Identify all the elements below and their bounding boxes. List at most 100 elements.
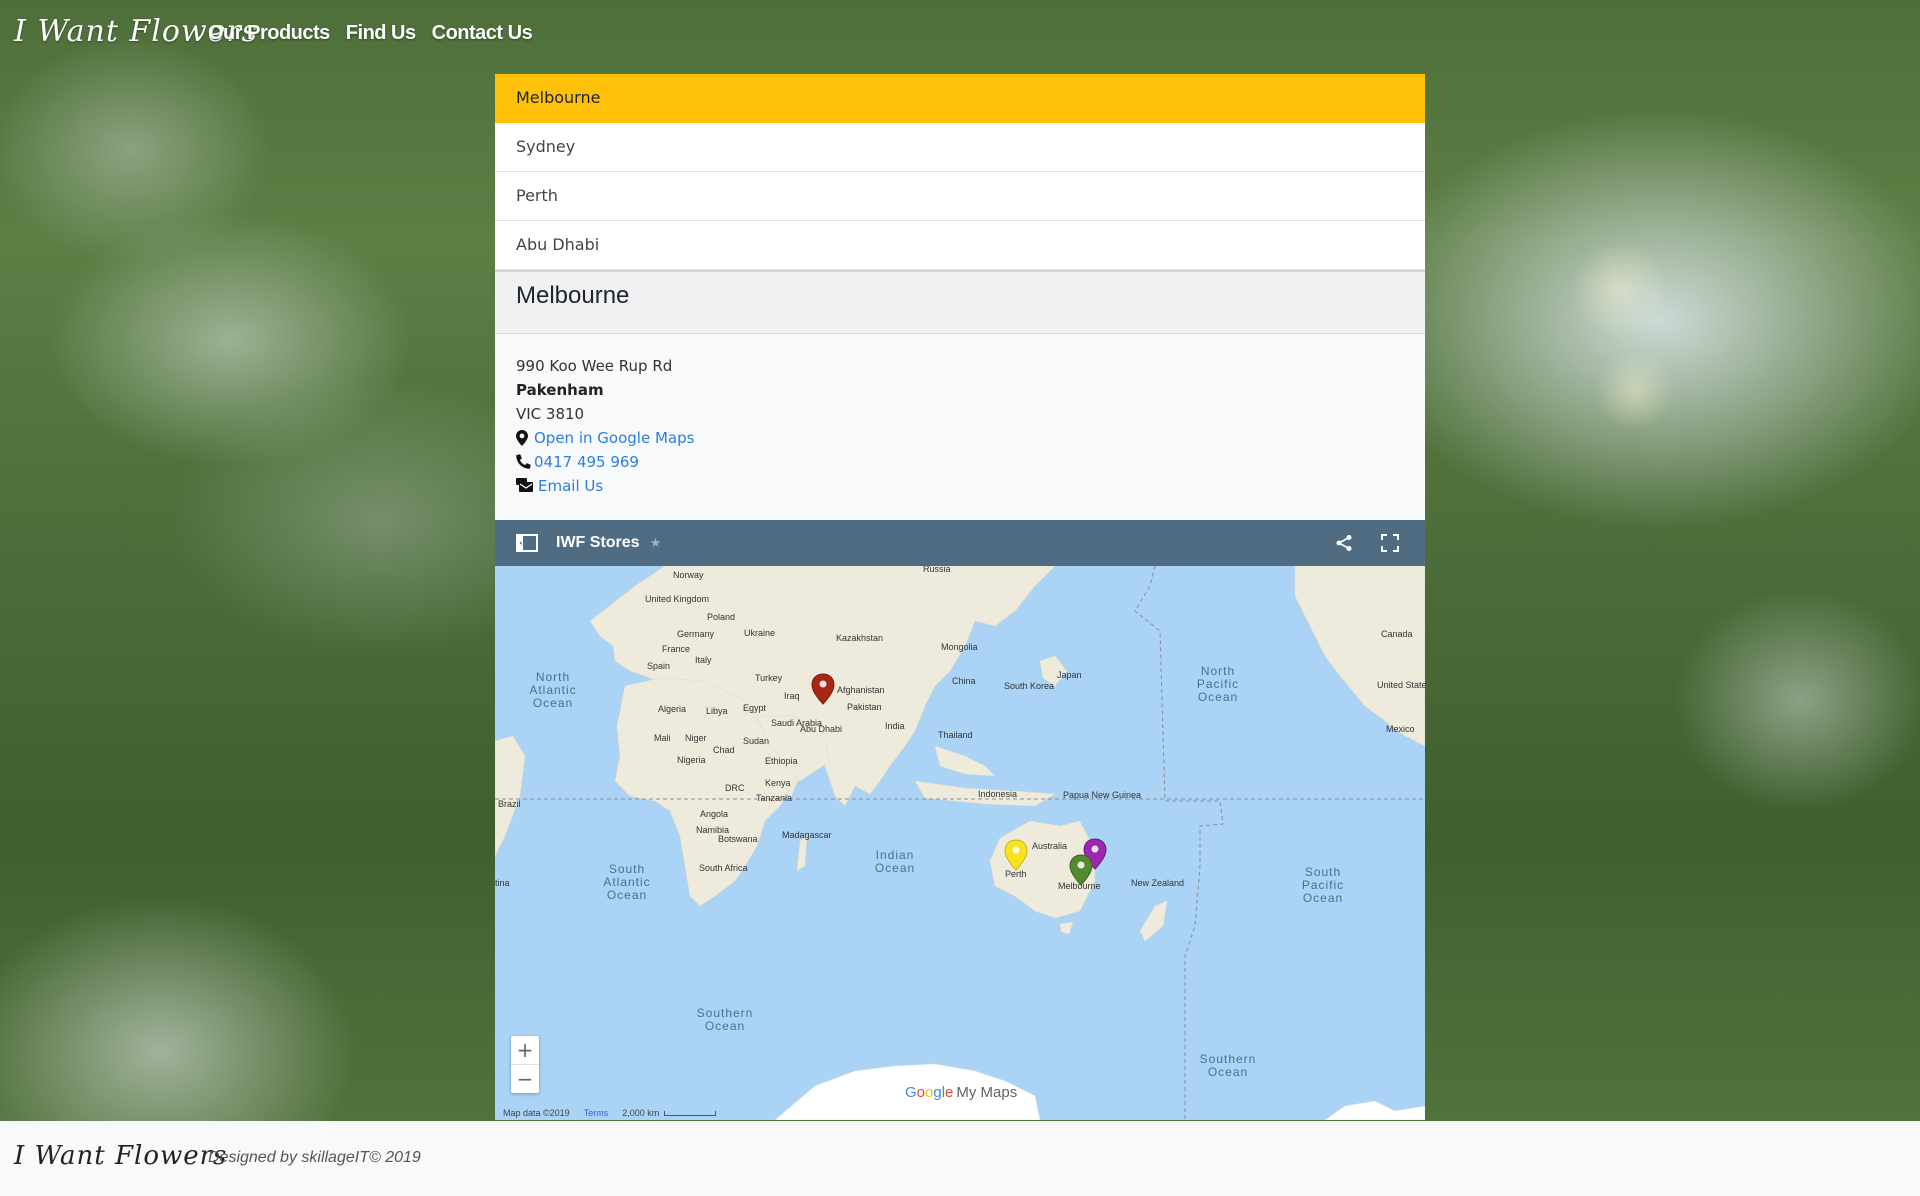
ocean-label-south-pacific: South Pacific Ocean (1302, 865, 1344, 905)
terms-link[interactable]: Terms (584, 1108, 609, 1118)
map-data-text: Map data ©2019 (503, 1108, 570, 1118)
nav-links: Our Products Find Us Contact Us (208, 22, 533, 45)
map-label: DRC (725, 783, 745, 793)
footer-brand: I Want Flowers (14, 1141, 228, 1171)
location-item-abu-dhabi[interactable]: Abu Dhabi (495, 221, 1425, 270)
map-header: IWF Stores ★ (495, 520, 1425, 566)
map-marker-icon (516, 430, 530, 446)
location-item-sydney[interactable]: Sydney (495, 123, 1425, 172)
store-state-postcode: VIC 3810 (516, 405, 585, 423)
map-label: Pakistan (847, 702, 882, 712)
map-label: Canada (1381, 629, 1413, 639)
map-attribution: Map data ©2019 Terms 2,000 km (503, 1108, 717, 1118)
map-label: Brazil (498, 799, 521, 809)
ocean-label-south-atlantic: South Atlantic Ocean (603, 862, 650, 902)
map-label: Indonesia (978, 789, 1017, 799)
store-locator-panel: Melbourne Sydney Perth Abu Dhabi Melbour… (495, 74, 1425, 1120)
ocean-label-southern-right: Southern Ocean (1200, 1052, 1257, 1079)
map-label: Mexico (1386, 724, 1415, 734)
location-item-perth[interactable]: Perth (495, 172, 1425, 221)
map-label: tina (495, 878, 510, 888)
map-label: Poland (707, 612, 735, 622)
map-label: Germany (677, 629, 715, 639)
store-suburb: Pakenham (516, 381, 604, 399)
share-icon[interactable] (1335, 534, 1353, 556)
ocean-label-north-atlantic: North Atlantic Ocean (529, 670, 576, 710)
nav-link-find-us[interactable]: Find Us (346, 22, 416, 45)
map-label: South Korea (1004, 681, 1054, 691)
store-street: 990 Koo Wee Rup Rd (516, 357, 673, 375)
map-label: Angola (700, 809, 728, 819)
map-label: Thailand (938, 730, 973, 740)
map-legend-toggle-icon[interactable] (516, 534, 538, 552)
map-label: India (885, 721, 905, 731)
map-label: Italy (695, 655, 712, 665)
map-label: Mongolia (941, 642, 978, 652)
map-label: Niger (685, 733, 707, 743)
store-card-header: Melbourne (495, 270, 1425, 334)
map-label: Sudan (743, 736, 769, 746)
map-label-perth: Perth (1005, 869, 1027, 879)
mail-bulk-icon (516, 478, 534, 494)
zoom-in-button[interactable]: + (511, 1036, 539, 1065)
map-label: Ukraine (744, 628, 775, 638)
embedded-map: IWF Stores ★ North Atlantic Ocean South … (495, 520, 1425, 1120)
map-label: Libya (706, 706, 728, 716)
navbar: I Want Flowers Our Products Find Us Cont… (0, 0, 1920, 70)
phone-row: 0417 495 969 (516, 450, 1404, 474)
location-item-melbourne[interactable]: Melbourne (495, 74, 1425, 123)
ocean-label-north-pacific: North Pacific Ocean (1197, 664, 1239, 704)
map-label-abu-dhabi: Abu Dhabi (800, 724, 842, 734)
my-maps-text: My Maps (956, 1084, 1018, 1101)
map-label: Chad (713, 745, 735, 755)
phone-link[interactable]: 0417 495 969 (534, 453, 639, 471)
map-label: Spain (647, 661, 670, 671)
map-label: Kenya (765, 778, 791, 788)
zoom-out-button[interactable]: − (511, 1065, 539, 1093)
store-card-body: 990 Koo Wee Rup Rd Pakenham VIC 3810 Ope… (495, 334, 1425, 520)
map-title: IWF Stores (556, 534, 640, 551)
map-scale[interactable]: 2,000 km (622, 1108, 717, 1118)
fullscreen-icon[interactable] (1381, 534, 1399, 556)
map-zoom-control: + − (511, 1036, 539, 1093)
map-label: Kazakhstan (836, 633, 883, 643)
map-label: United Kingdom (645, 594, 709, 604)
map-label: Tanzania (756, 793, 792, 803)
map-canvas[interactable]: North Atlantic Ocean South Atlantic Ocean In… (495, 566, 1425, 1120)
open-in-google-maps-link[interactable]: Open in Google Maps (534, 429, 694, 447)
footer-credit: Designed by skillageIT© 2019 (208, 1149, 421, 1166)
map-label: China (952, 676, 976, 686)
map-label: Ethiopia (765, 756, 798, 766)
map-label: Papua New Guinea (1063, 790, 1141, 800)
scale-bar (664, 1111, 717, 1117)
map-label: Nigeria (677, 755, 706, 765)
google-my-maps-logo: Google My Maps (905, 1084, 1018, 1101)
map-label: Algeria (658, 704, 686, 714)
map-label: Russia (923, 566, 951, 574)
footer: I Want Flowers Designed by skillageIT© 2… (0, 1121, 1920, 1196)
ocean-label-indian: Indian Ocean (875, 848, 915, 875)
map-label: Mali (654, 733, 671, 743)
map-label: Botswana (718, 834, 758, 844)
email-us-link[interactable]: Email Us (538, 477, 603, 495)
map-label: Afghanistan (837, 685, 885, 695)
store-title: Melbourne (516, 282, 630, 309)
map-label: France (662, 644, 690, 654)
map-label: Japan (1057, 670, 1082, 680)
phone-icon (516, 454, 531, 470)
nav-link-our-products[interactable]: Our Products (208, 22, 330, 45)
star-icon[interactable]: ★ (650, 536, 662, 551)
map-label: Australia (1032, 841, 1067, 851)
map-label: Norway (673, 570, 704, 580)
map-label: South Africa (699, 863, 748, 873)
map-label: Egypt (743, 703, 767, 713)
email-row: Email Us (516, 474, 1404, 498)
map-label: United States (1377, 680, 1425, 690)
map-label: Madagascar (782, 830, 832, 840)
map-label: Iraq (784, 691, 800, 701)
location-list: Melbourne Sydney Perth Abu Dhabi (495, 74, 1425, 270)
maps-link-row: Open in Google Maps (516, 426, 1404, 450)
map-label: New Zealand (1131, 878, 1184, 888)
map-label: Turkey (755, 673, 783, 683)
nav-link-contact-us[interactable]: Contact Us (432, 22, 533, 45)
